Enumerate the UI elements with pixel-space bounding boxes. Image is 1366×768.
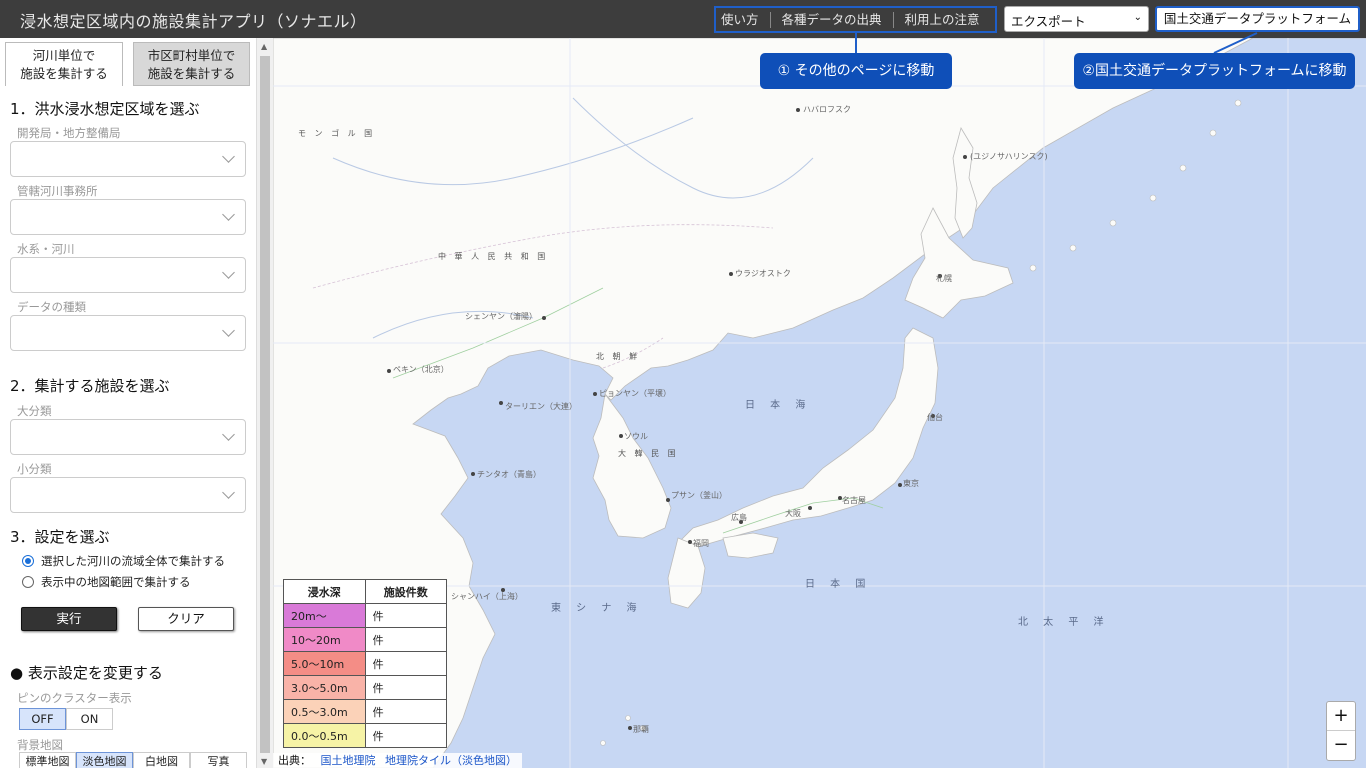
legend-count: 件 [364,723,448,748]
legend-header-depth: 浸水深 [283,579,366,604]
legend-count: 件 [364,627,448,652]
attribution-tile-link[interactable]: 地理院タイル（淡色地図） [385,754,517,767]
legend-range: 10～20m [283,627,366,652]
legend-count: 件 [364,603,448,628]
legend-count: 件 [364,699,448,724]
callout-connectors [855,32,1258,54]
legend-row: 0.0～0.5m 件 [283,723,448,748]
callout-other-pages: ① その他のページに移動 [760,53,952,89]
legend-range: 5.0～10m [283,651,366,676]
legend-row: 10～20m 件 [283,627,448,652]
zoom-control: + − [1326,701,1356,761]
legend-header-count: 施設件数 [364,579,448,604]
zoom-in-button[interactable]: + [1327,702,1355,731]
legend-range: 0.0～0.5m [283,723,366,748]
legend-range: 0.5～3.0m [283,699,366,724]
legend-row: 20m～ 件 [283,603,448,628]
legend-row: 5.0～10m 件 [283,651,448,676]
attribution-prefix: 出典： [278,754,311,767]
legend-header-row: 浸水深 施設件数 [283,579,448,604]
legend-range: 3.0～5.0m [283,675,366,700]
zoom-out-button[interactable]: − [1327,731,1355,760]
map-attribution: 出典： 国土地理院 地理院タイル（淡色地図） [273,753,522,768]
legend-row: 0.5～3.0m 件 [283,699,448,724]
callout-platform: ②国土交通データプラットフォームに移動 [1074,53,1355,89]
legend-count: 件 [364,675,448,700]
depth-legend-table: 浸水深 施設件数 20m～ 件 10～20m 件 5.0～10m 件 3.0～5… [283,579,448,748]
legend-count: 件 [364,651,448,676]
legend-range: 20m～ [283,603,366,628]
legend-row: 3.0～5.0m 件 [283,675,448,700]
attribution-gsi-link[interactable]: 国土地理院 [321,754,376,767]
